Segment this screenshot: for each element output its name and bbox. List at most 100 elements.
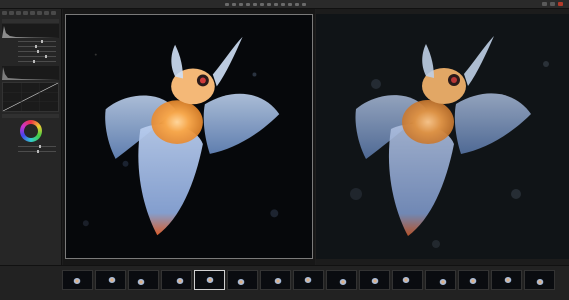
gradient-tool-icon[interactable] (281, 3, 285, 6)
record-icon[interactable] (558, 2, 563, 6)
thumbnail-caption (392, 290, 423, 294)
thumbnail-image[interactable] (326, 270, 357, 290)
filmstrip-thumbnail[interactable] (458, 270, 489, 295)
filmstrip-thumbnail[interactable] (425, 270, 456, 295)
picker-tool-icon[interactable] (295, 3, 299, 6)
compare-icon[interactable] (550, 2, 555, 6)
thumbnail-subject (304, 277, 312, 283)
slider-knob[interactable] (33, 60, 36, 63)
window-controls (542, 2, 563, 6)
slider-knob[interactable] (44, 55, 47, 58)
slider-row[interactable] (2, 149, 59, 154)
thumbnail-caption (458, 290, 489, 294)
filmstrip-thumbnail[interactable] (194, 270, 225, 295)
thumbnail-caption (194, 290, 225, 294)
tab-library[interactable] (2, 11, 7, 15)
tab-adjustments[interactable] (44, 11, 49, 15)
thumbnail-image[interactable] (260, 270, 291, 290)
filmstrip-thumbnail[interactable] (326, 270, 357, 295)
eraser-tool-icon[interactable] (274, 3, 278, 6)
pan-tool-icon[interactable] (225, 3, 229, 6)
zoom-tool-icon[interactable] (232, 3, 236, 6)
thumbnail-image[interactable] (293, 270, 324, 290)
filmstrip-thumbnail[interactable] (128, 270, 159, 295)
levels-section (2, 66, 59, 80)
viewer-primary (63, 9, 315, 265)
filmstrip-thumbnail[interactable] (62, 270, 93, 295)
photo-preview[interactable] (65, 14, 313, 259)
slider-knob[interactable] (35, 45, 38, 48)
filmstrip-thumbnail[interactable] (161, 270, 192, 295)
photo-preview-compare[interactable] (316, 14, 569, 259)
tab-lens[interactable] (16, 11, 21, 15)
thumbnail-image[interactable] (161, 270, 192, 290)
slider-knob[interactable] (37, 150, 39, 153)
rotate-tool-icon[interactable] (246, 3, 250, 6)
filmstrip-thumbnail[interactable] (260, 270, 291, 295)
keystone-tool-icon[interactable] (253, 3, 257, 6)
mask-tool-icon[interactable] (260, 3, 264, 6)
thumbnail-subject (371, 278, 379, 284)
color-wheel-icon[interactable] (19, 120, 42, 142)
grid-view-icon[interactable] (542, 2, 547, 6)
histogram-section (2, 19, 59, 64)
filmstrip (60, 265, 569, 300)
slider-row[interactable] (2, 59, 59, 64)
brush-tool-icon[interactable] (267, 3, 271, 6)
thumbnail-caption (425, 290, 456, 294)
tab-exposure[interactable] (30, 11, 35, 15)
tool-tabs (0, 9, 61, 17)
tab-details[interactable] (37, 11, 42, 15)
filmstrip-thumbnail[interactable] (293, 270, 324, 295)
slider-knob[interactable] (37, 50, 39, 53)
annotate-tool-icon[interactable] (302, 3, 306, 6)
slider-track[interactable] (18, 150, 56, 153)
thumbnail-image[interactable] (359, 270, 390, 290)
thumbnail-subject (402, 277, 410, 283)
slider-knob[interactable] (38, 145, 41, 148)
thumbnail-image[interactable] (392, 270, 423, 290)
tab-capture[interactable] (9, 11, 14, 15)
slider-track[interactable] (18, 45, 56, 48)
thumbnail-subject (274, 278, 282, 284)
thumbnail-caption (293, 290, 324, 294)
thumbnail-caption (524, 290, 555, 294)
filmstrip-thumbnail[interactable] (95, 270, 126, 295)
thumbnail-image[interactable] (227, 270, 258, 290)
crop-tool-icon[interactable] (239, 3, 243, 6)
slider-track[interactable] (18, 60, 56, 63)
color-balance-section (2, 114, 59, 154)
thumbnail-image[interactable] (128, 270, 159, 290)
tab-color[interactable] (23, 11, 28, 15)
thumbnail-caption (62, 290, 93, 294)
slider-track[interactable] (18, 145, 56, 148)
thumbnail-image[interactable] (458, 270, 489, 290)
filmstrip-thumbnail[interactable] (491, 270, 522, 295)
filmstrip-thumbnail[interactable] (524, 270, 555, 295)
heal-tool-icon[interactable] (288, 3, 292, 6)
thumbnail-caption (95, 290, 126, 294)
thumbnail-image[interactable] (425, 270, 456, 290)
section-title[interactable] (2, 114, 59, 118)
slider-knob[interactable] (40, 40, 43, 43)
section-title[interactable] (2, 19, 59, 23)
thumbnail-image[interactable] (524, 270, 555, 290)
thumbnail-image[interactable] (491, 270, 522, 290)
filmstrip-thumbnail[interactable] (392, 270, 423, 295)
thumbnail-subject (108, 277, 116, 283)
slider-track[interactable] (18, 55, 56, 58)
thumbnail-image[interactable] (95, 270, 126, 290)
tab-metadata[interactable] (51, 11, 56, 15)
slider-track[interactable] (18, 40, 56, 43)
slider-track[interactable] (18, 50, 56, 53)
thumbnail-image[interactable] (62, 270, 93, 290)
filmstrip-thumbnail[interactable] (227, 270, 258, 295)
thumbnail-caption (326, 290, 357, 294)
thumbnail-row (60, 270, 569, 295)
thumbnail-subject (237, 279, 245, 285)
curve-editor[interactable] (2, 82, 59, 112)
thumbnail-image[interactable] (194, 270, 225, 290)
filmstrip-thumbnail[interactable] (359, 270, 390, 295)
histogram (2, 24, 59, 38)
thumbnail-subject (439, 279, 447, 285)
